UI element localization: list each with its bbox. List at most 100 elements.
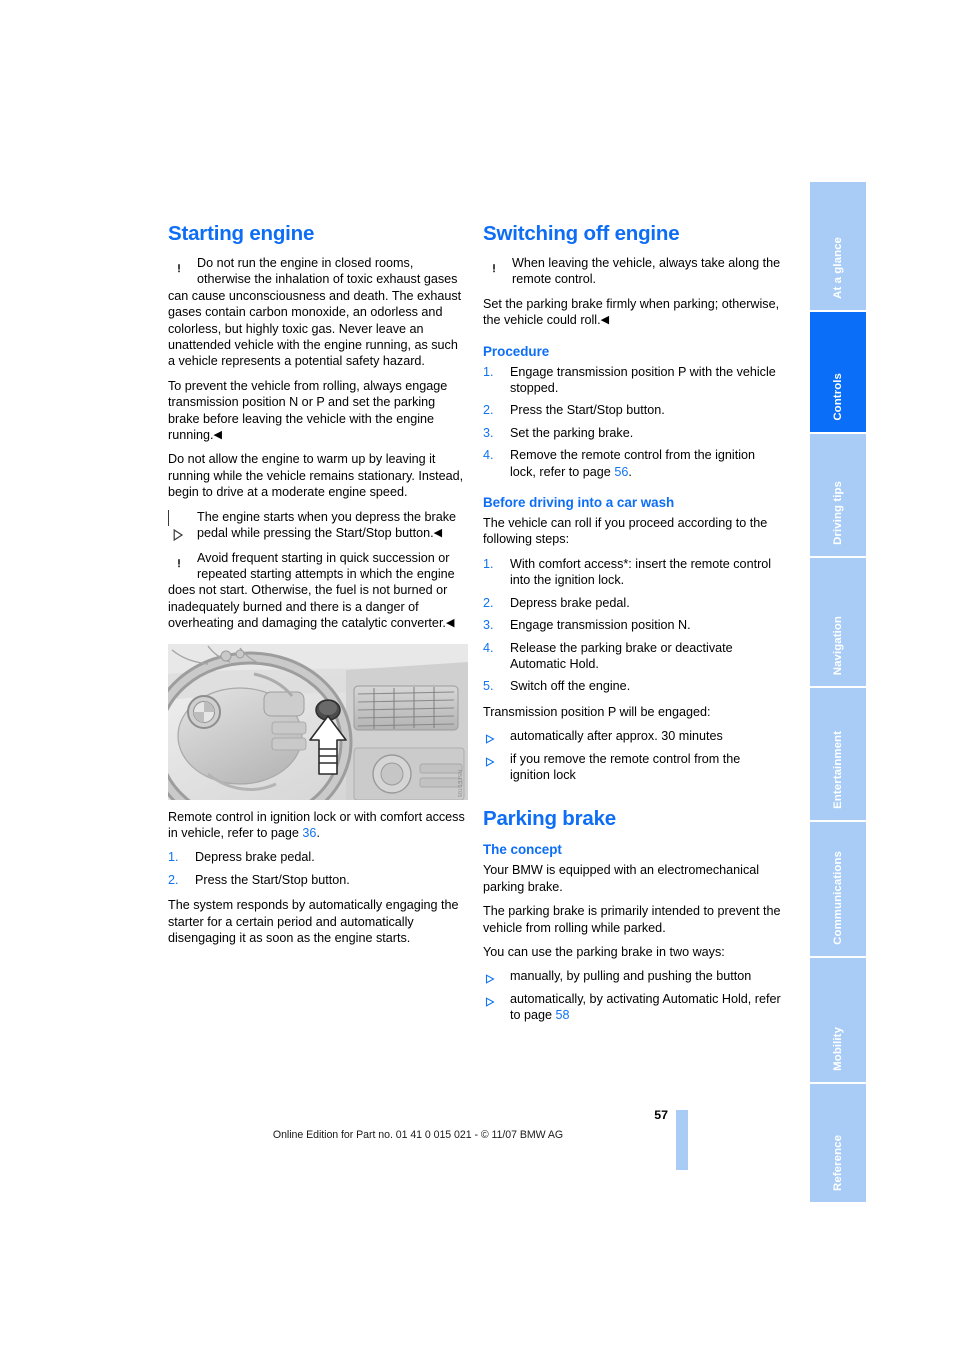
tab-label: Communications <box>832 851 844 945</box>
end-mark-icon: ◀ <box>213 429 222 442</box>
page-reference-58[interactable]: 58 <box>556 1008 570 1022</box>
warning-body: Avoid frequent starting in quick success… <box>168 550 455 631</box>
tab-communications[interactable]: Communications <box>810 822 866 956</box>
warning-notice-frequent-starting: Avoid frequent starting in quick success… <box>168 550 468 632</box>
figure-caption-post: . <box>316 825 320 840</box>
step-number: 4. <box>483 448 494 463</box>
step-text: Engage transmission position N. <box>510 618 691 633</box>
list-item: 2. Press the Start/Stop button. <box>168 872 468 888</box>
list-item: 3. Engage transmission position N. <box>483 617 783 633</box>
list-item: automatically, by activating Automatic H… <box>483 991 783 1024</box>
left-column: Starting engine Do not run the engine in… <box>168 222 468 954</box>
footer-accent-bar <box>676 1110 688 1170</box>
figure-caption: Remote control in ignition lock or with … <box>168 809 468 842</box>
bullet-text: automatically after approx. 30 minutes <box>510 729 723 744</box>
subheading-the-concept: The concept <box>483 842 562 858</box>
concept-paragraph-2: The parking brake is primarily intended … <box>483 904 781 935</box>
warning-text: When leaving the vehicle, always take al… <box>512 256 781 287</box>
concept-paragraph-1: Your BMW is equipped with an electromech… <box>483 863 760 894</box>
chapter-tab-rail: At a glance Controls Driving tips Naviga… <box>810 182 866 1204</box>
page-title-starting-engine: Starting engine <box>168 222 315 245</box>
procedure-steps: 1. Engage transmission position P with t… <box>483 364 783 480</box>
page-number: 57 <box>654 1108 668 1122</box>
step-text: Press the Start/Stop button. <box>510 403 665 418</box>
step-text: Release the parking brake or deactivate … <box>510 640 733 671</box>
step-number: 1. <box>483 364 494 379</box>
tab-label: At a glance <box>832 237 844 299</box>
end-mark-icon: ◀ <box>445 617 455 630</box>
info-notice-engine-start: The engine starts when you depress the b… <box>168 509 468 542</box>
play-triangle-icon <box>168 509 190 542</box>
tab-controls[interactable]: Controls <box>810 312 866 432</box>
page-reference-56[interactable]: 56 <box>614 465 628 479</box>
step-text: Depress brake pedal. <box>195 850 315 865</box>
list-item: 1. Depress brake pedal. <box>168 849 468 865</box>
list-item: 1. With comfort access*: insert the remo… <box>483 556 783 589</box>
tab-label: Mobility <box>832 1027 844 1071</box>
bullet-text: automatically, by activating Automatic H… <box>510 991 781 1023</box>
bullet-text: manually, by pulling and pushing the but… <box>510 969 752 984</box>
warning-notice-take-remote-control: When leaving the vehicle, always take al… <box>483 255 783 288</box>
step-number: 3. <box>483 618 494 633</box>
warning-triangle-icon <box>168 256 190 277</box>
warning-text: Avoid frequent starting in quick success… <box>168 550 468 632</box>
info-text: The engine starts when you depress the b… <box>168 509 468 542</box>
step-number: 5. <box>483 679 494 694</box>
list-item: 4. Remove the remote control from the ig… <box>483 447 783 480</box>
tab-label: Controls <box>832 373 844 421</box>
end-mark-icon: ◀ <box>600 314 610 327</box>
tab-at-a-glance[interactable]: At a glance <box>810 182 866 310</box>
step-text: Depress brake pedal. <box>510 595 630 610</box>
step-number: 1. <box>168 850 179 865</box>
step-text: Remove the remote control from the ignit… <box>510 448 755 479</box>
tab-label: Driving tips <box>832 481 844 545</box>
warning-text-parking-brake: Set the parking brake firmly when parkin… <box>483 296 783 329</box>
warning-triangle-icon <box>168 550 190 572</box>
step-number: 2. <box>483 403 494 418</box>
tab-driving-tips[interactable]: Driving tips <box>810 434 866 556</box>
step-text: Press the Start/Stop button. <box>195 872 350 887</box>
end-mark-icon: ◀ <box>433 527 443 540</box>
section-title-parking-brake: Parking brake <box>483 807 616 831</box>
bullet-triangle-icon <box>485 732 495 748</box>
tab-entertainment[interactable]: Entertainment <box>810 688 866 820</box>
step-number: 2. <box>168 872 179 887</box>
tab-label: Reference <box>832 1135 844 1191</box>
list-item: 3. Set the parking brake. <box>483 425 783 441</box>
step-number: 1. <box>483 556 494 571</box>
step-text: Engage transmission position P with the … <box>510 364 776 396</box>
warning-triangle-icon <box>483 256 505 277</box>
subheading-procedure: Procedure <box>483 343 550 359</box>
list-item: if you remove the remote control from th… <box>483 751 783 784</box>
page-reference-36[interactable]: 36 <box>302 826 316 840</box>
footer-edition-line: Online Edition for Part no. 01 41 0 015 … <box>272 1129 564 1141</box>
list-item: 5. Switch off the engine. <box>483 678 783 694</box>
tab-navigation[interactable]: Navigation <box>810 558 866 686</box>
bullet-triangle-icon <box>485 972 495 988</box>
step-text: Set the parking brake. <box>510 425 634 440</box>
tab-reference[interactable]: Reference <box>810 1084 866 1202</box>
section-title-switching-off-engine: Switching off engine <box>483 222 680 245</box>
list-item: manually, by pulling and pushing the but… <box>483 968 783 985</box>
list-item: 2. Press the Start/Stop button. <box>483 402 783 418</box>
right-column: Switching off engine When leaving the ve… <box>483 222 783 1032</box>
warning-notice-engine-closed-rooms: Do not run the engine in closed rooms, o… <box>168 255 468 370</box>
list-item: 2. Depress brake pedal. <box>483 595 783 611</box>
list-item: automatically after approx. 30 minutes <box>483 728 783 744</box>
bullet-text: if you remove the remote control from th… <box>510 751 741 782</box>
step-number: 3. <box>483 425 494 440</box>
carwash-steps: 1. With comfort access*: insert the remo… <box>483 556 783 695</box>
transmission-bullets: automatically after approx. 30 minutes i… <box>483 728 783 783</box>
concept-paragraph-3: You can use the parking brake in two way… <box>483 944 725 959</box>
warning-text-rolling: To prevent the vehicle from rolling, alw… <box>168 378 468 444</box>
tab-label: Entertainment <box>832 731 844 809</box>
step-number: 4. <box>483 640 494 655</box>
list-item: 4. Release the parking brake or deactiva… <box>483 640 783 673</box>
tab-mobility[interactable]: Mobility <box>810 958 866 1082</box>
transmission-note: Transmission position P will be engaged: <box>483 704 711 719</box>
warning-parking-body: Set the parking brake firmly when parkin… <box>483 296 780 328</box>
bullet-triangle-icon <box>485 995 495 1011</box>
warning-text: Do not run the engine in closed rooms, o… <box>168 256 462 369</box>
paragraph-warm-up: Do not allow the engine to warm up by le… <box>168 452 464 500</box>
warning-rolling-body: To prevent the vehicle from rolling, alw… <box>168 378 448 443</box>
